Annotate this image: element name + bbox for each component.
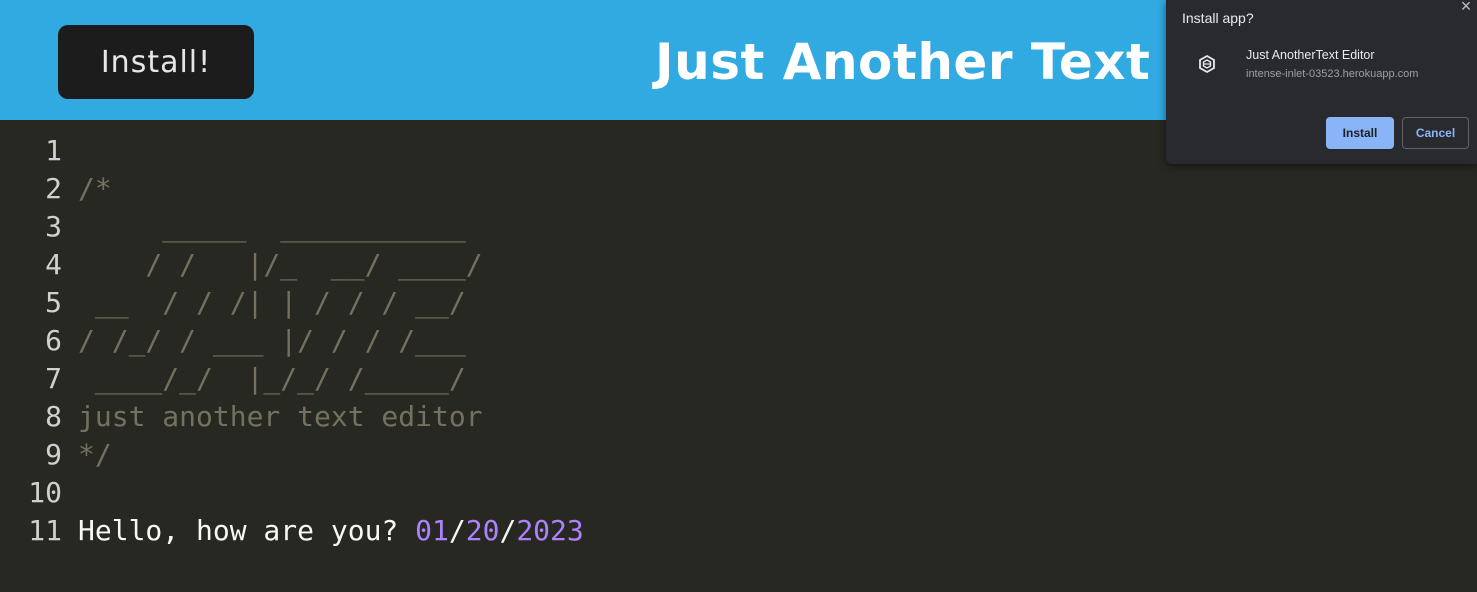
line-number: 3	[45, 210, 62, 243]
code-token: */	[78, 438, 112, 471]
dialog-install-button[interactable]: Install	[1326, 117, 1394, 149]
code-editor[interactable]: 1 2/* 3 _____ ___________ 4 / / |/_ __/ ___…	[0, 120, 1477, 592]
line-number: 5	[45, 286, 62, 319]
close-icon[interactable]: ×	[1457, 0, 1475, 16]
line-code: Hello, how are you? 01/20/2023	[78, 512, 584, 550]
app-origin: intense-inlet-03523.herokuapp.com	[1246, 68, 1419, 80]
editor-line[interactable]: 7 ____/_/ |_/_/ /_____/	[0, 360, 1477, 398]
line-number: 2	[45, 172, 62, 205]
code-token: _____ ___________	[78, 210, 466, 243]
line-code: /*	[78, 170, 112, 208]
line-code: */	[78, 436, 112, 474]
app-logo-icon	[1199, 54, 1215, 74]
code-token: just another text editor	[78, 400, 483, 433]
code-token: 01	[415, 514, 449, 547]
line-number: 9	[45, 438, 62, 471]
line-number: 4	[45, 248, 62, 281]
line-code: __ / / /| | / / / __/	[78, 284, 466, 322]
code-token: / /_/ / ___ |/ / / /___	[78, 324, 466, 357]
dialog-cancel-button[interactable]: Cancel	[1402, 117, 1469, 149]
code-token: /	[499, 514, 517, 547]
line-number: 8	[45, 400, 62, 433]
install-app-dialog: × Install app? Just AnotherText Editor i…	[1166, 0, 1477, 164]
page-title: Just Another Text	[655, 33, 1151, 91]
install-button[interactable]: Install!	[58, 25, 254, 99]
editor-line[interactable]: 11 Hello, how are you? 01/20/2023	[0, 512, 1477, 550]
line-number: 10	[28, 476, 62, 509]
code-token: / / |/_ __/ ____/	[78, 248, 483, 281]
dialog-title: Install app?	[1182, 10, 1254, 26]
editor-line[interactable]: 3 _____ ___________	[0, 208, 1477, 246]
editor-line[interactable]: 10	[0, 474, 1477, 512]
code-token: /	[448, 514, 466, 547]
editor-line[interactable]: 4 / / |/_ __/ ____/	[0, 246, 1477, 284]
code-token: ____/_/ |_/_/ /_____/	[78, 362, 466, 395]
line-number: 7	[45, 362, 62, 395]
code-token: __ / / /| | / / / __/	[78, 286, 466, 319]
line-code: ____/_/ |_/_/ /_____/	[78, 360, 466, 398]
app-window: Install! Just Another Text 1 2/* 3 _____ _…	[0, 0, 1477, 592]
line-number: 1	[45, 134, 62, 167]
code-token: 2023	[516, 514, 584, 547]
editor-line[interactable]: 5 __ / / /| | / / / __/	[0, 284, 1477, 322]
line-code: _____ ___________	[78, 208, 466, 246]
code-token: Hello, how are you?	[78, 514, 416, 547]
editor-line[interactable]: 2 /*	[0, 170, 1477, 208]
editor-line[interactable]: 8 just another text editor	[0, 398, 1477, 436]
editor-line[interactable]: 9 */	[0, 436, 1477, 474]
line-code: / / |/_ __/ ____/	[78, 246, 483, 284]
line-number: 6	[45, 324, 62, 357]
line-number: 11	[28, 514, 62, 547]
line-code: / /_/ / ___ |/ / / /___	[78, 322, 466, 360]
app-name: Just AnotherText Editor	[1246, 48, 1375, 62]
code-token: 20	[465, 514, 500, 547]
code-token: /*	[78, 172, 112, 205]
line-code: just another text editor	[78, 398, 483, 436]
editor-line[interactable]: 6 / /_/ / ___ |/ / / /___	[0, 322, 1477, 360]
